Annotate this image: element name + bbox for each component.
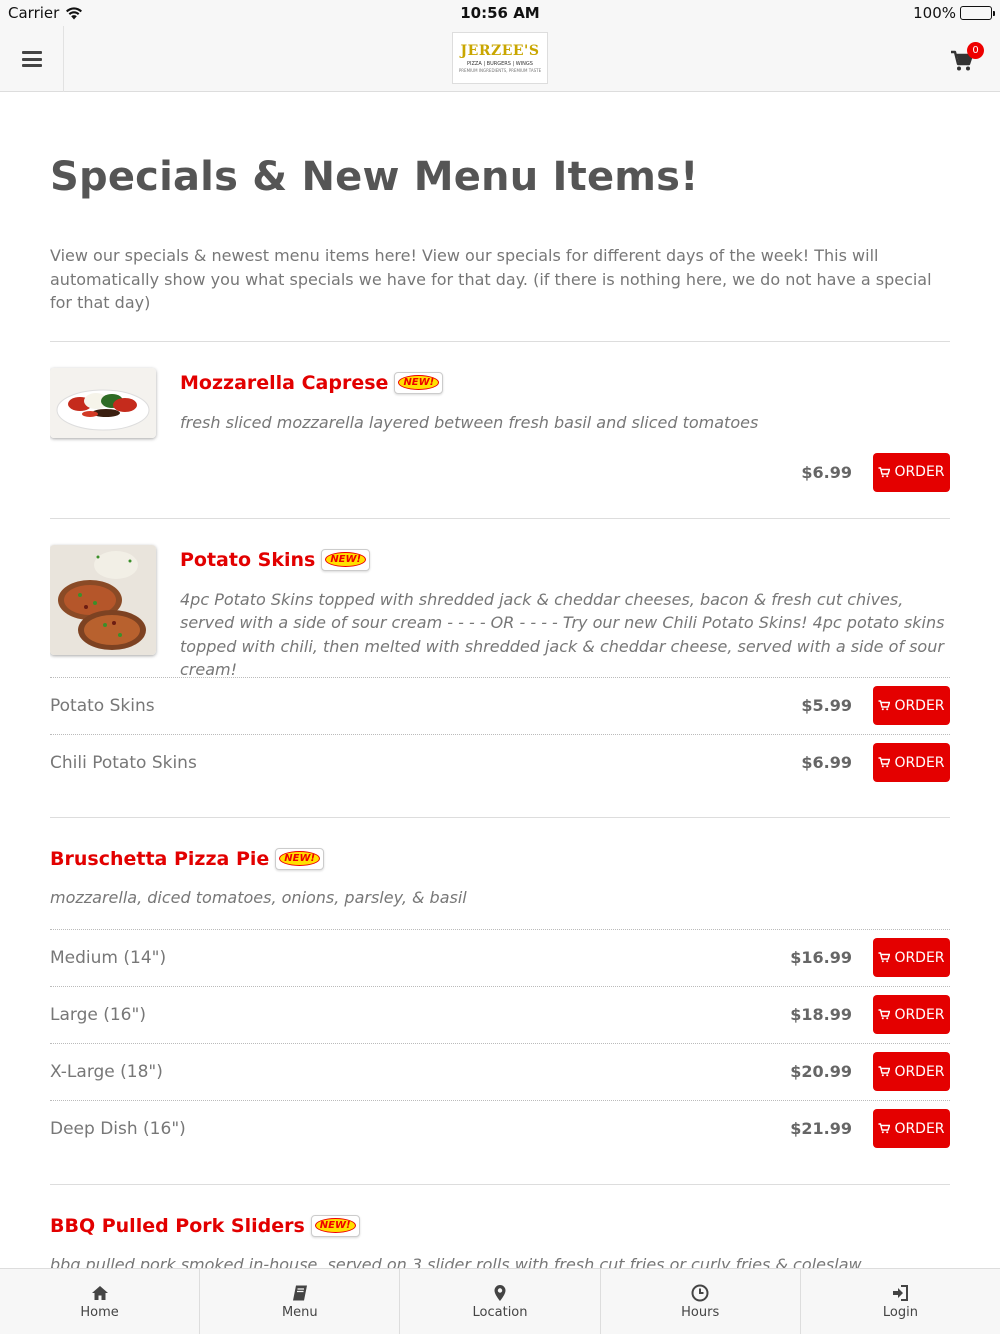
item-name: Mozzarella Caprese xyxy=(180,371,389,394)
new-badge: NEW! xyxy=(310,1214,360,1237)
item-photo-potato-skins[interactable] xyxy=(50,544,156,655)
option-label: Medium (14") xyxy=(50,947,167,968)
sign-in-icon xyxy=(893,1284,909,1301)
price-row: Chili Potato Skins $6.99 ORDER xyxy=(50,733,950,791)
new-badge: NEW! xyxy=(321,548,371,571)
order-button[interactable]: ORDER xyxy=(873,1109,950,1148)
map-pin-icon xyxy=(494,1284,506,1301)
menu-item-potato-skins: Potato Skins NEW! 4pc Potato Skins toppe… xyxy=(50,517,950,817)
nav-label: Home xyxy=(80,1304,119,1320)
hamburger-icon xyxy=(21,51,42,67)
clock-icon xyxy=(691,1284,709,1301)
nav-label: Login xyxy=(882,1304,918,1320)
nav-label: Hours xyxy=(681,1304,720,1320)
nav-home[interactable]: Home xyxy=(0,1269,201,1334)
order-button[interactable]: ORDER xyxy=(873,686,950,725)
menu-item-bruschetta-pizza-pie: Bruschetta Pizza Pie NEW! mozzarella, di… xyxy=(50,816,950,1184)
item-description: fresh sliced mozzarella layered between … xyxy=(180,412,759,432)
item-photo-mozzarella-caprese[interactable] xyxy=(50,367,156,438)
new-badge: NEW! xyxy=(275,847,325,870)
order-button[interactable]: ORDER xyxy=(873,938,950,977)
menu-item-bbq-pulled-pork-sliders: BBQ Pulled Pork Sliders NEW! bbq pulled … xyxy=(50,1183,950,1269)
item-price: $21.99 xyxy=(790,1119,852,1138)
price-row: $6.99 ORDER xyxy=(50,444,950,501)
price-row: X-Large (18") $20.99 ORDER xyxy=(50,1042,950,1100)
price-row: Large (16") $18.99 ORDER xyxy=(50,985,950,1043)
order-button[interactable]: ORDER xyxy=(873,995,950,1034)
page-title: Specials & New Menu Items! xyxy=(50,154,699,200)
item-title[interactable]: BBQ Pulled Pork Sliders NEW! xyxy=(50,1214,360,1237)
item-name: BBQ Pulled Pork Sliders xyxy=(50,1214,305,1237)
app-header: JERZEE'S PIZZA | BURGERS | WINGS PREMIUM… xyxy=(0,26,1000,92)
item-description: mozzarella, diced tomatoes, onions, pars… xyxy=(50,887,467,907)
bottom-nav: Home Menu Location Hours Login xyxy=(0,1268,1000,1334)
item-price: $6.99 xyxy=(801,462,852,482)
option-label: X-Large (18") xyxy=(50,1061,163,1082)
cart-button[interactable]: 0 xyxy=(946,38,986,78)
nav-menu[interactable]: Menu xyxy=(200,1269,401,1334)
menu-item-mozzarella-caprese: Mozzarella Caprese NEW! fresh sliced moz… xyxy=(50,340,950,518)
new-badge: NEW! xyxy=(394,371,444,394)
page-intro: View our specials & newest menu items he… xyxy=(50,246,932,312)
item-name: Potato Skins xyxy=(180,548,316,571)
order-button[interactable]: ORDER xyxy=(873,1052,950,1091)
cart-plus-icon xyxy=(878,1123,891,1134)
battery-percent: 100% xyxy=(913,4,956,22)
cart-plus-icon xyxy=(878,952,891,963)
battery-indicator: 100% xyxy=(913,4,995,22)
option-label: Chili Potato Skins xyxy=(50,752,197,773)
restaurant-logo[interactable]: JERZEE'S PIZZA | BURGERS | WINGS PREMIUM… xyxy=(452,32,548,84)
item-price: $20.99 xyxy=(790,1062,852,1081)
item-price: $18.99 xyxy=(790,1005,852,1024)
price-row: Medium (14") $16.99 ORDER xyxy=(50,928,950,986)
nav-location[interactable]: Location xyxy=(400,1269,601,1334)
battery-icon xyxy=(960,6,995,20)
cart-plus-icon xyxy=(878,1009,891,1020)
item-title[interactable]: Potato Skins NEW! xyxy=(180,548,371,571)
item-name: Bruschetta Pizza Pie xyxy=(50,847,270,870)
nav-label: Menu xyxy=(281,1304,318,1320)
item-price: $5.99 xyxy=(801,696,852,715)
order-button[interactable]: ORDER xyxy=(873,743,950,782)
cart-plus-icon xyxy=(878,700,891,711)
option-label: Potato Skins xyxy=(50,695,155,716)
cart-plus-icon xyxy=(878,466,891,477)
cart-plus-icon xyxy=(878,757,891,768)
item-title[interactable]: Bruschetta Pizza Pie NEW! xyxy=(50,847,325,870)
nav-label: Location xyxy=(472,1304,528,1320)
status-bar: Carrier 10:56 AM 100% xyxy=(0,0,1000,26)
cart-count-badge: 0 xyxy=(967,42,984,59)
cart-plus-icon xyxy=(878,1066,891,1077)
price-row: Potato Skins $5.99 ORDER xyxy=(50,676,950,734)
option-label: Large (16") xyxy=(50,1004,146,1025)
order-button[interactable]: ORDER xyxy=(873,452,950,492)
item-description: bbq pulled pork smoked in-house, served … xyxy=(50,1254,862,1269)
nav-login[interactable]: Login xyxy=(801,1269,1000,1334)
item-title[interactable]: Mozzarella Caprese NEW! xyxy=(180,371,444,394)
item-price: $16.99 xyxy=(790,948,852,967)
option-label: Deep Dish (16") xyxy=(50,1118,186,1139)
nav-hours[interactable]: Hours xyxy=(601,1269,801,1334)
clock: 10:56 AM xyxy=(460,4,540,22)
book-icon xyxy=(292,1285,307,1300)
main-content: Specials & New Menu Items! View our spec… xyxy=(50,92,950,1268)
menu-toggle-button[interactable] xyxy=(0,26,64,92)
item-description: 4pc Potato Skins topped with shredded ja… xyxy=(180,589,945,680)
home-icon xyxy=(91,1285,108,1300)
item-price: $6.99 xyxy=(801,753,852,772)
price-row: Deep Dish (16") $21.99 ORDER xyxy=(50,1099,950,1157)
